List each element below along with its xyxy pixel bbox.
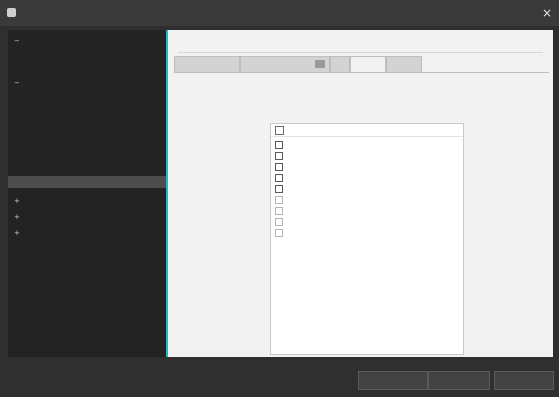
list-row[interactable] [271, 228, 463, 238]
tree-item[interactable] [8, 94, 166, 106]
row-checkbox[interactable] [275, 174, 283, 182]
row-checkbox[interactable] [275, 229, 283, 237]
tree-item[interactable] [8, 160, 166, 172]
tree-item[interactable] [8, 142, 166, 154]
tab-strip [174, 56, 549, 73]
list-header [271, 124, 463, 137]
expand-icon[interactable]: + [14, 214, 20, 221]
list-row[interactable] [271, 151, 463, 161]
footer-button[interactable] [358, 371, 428, 390]
tab-dropdown-icon[interactable] [315, 60, 325, 68]
list-row[interactable] [271, 217, 463, 227]
row-checkbox[interactable] [275, 218, 283, 226]
close-icon[interactable]: × [539, 4, 555, 22]
item-list[interactable] [270, 123, 464, 355]
footer-button[interactable] [494, 371, 554, 390]
row-checkbox[interactable] [275, 185, 283, 193]
tree-item-selected[interactable] [8, 176, 166, 188]
settings-content [168, 30, 553, 385]
list-row[interactable] [271, 173, 463, 183]
row-checkbox[interactable] [275, 196, 283, 204]
list-row[interactable] [271, 206, 463, 216]
tab[interactable] [386, 56, 422, 72]
tree-item[interactable] [8, 110, 166, 122]
tab[interactable] [330, 56, 350, 72]
tab-active[interactable] [350, 56, 386, 73]
tab-panel [174, 72, 549, 385]
row-checkbox[interactable] [275, 163, 283, 171]
collapse-icon[interactable]: − [14, 38, 20, 45]
tree-item[interactable]: − [8, 78, 166, 90]
tree-item[interactable] [8, 126, 166, 138]
title-bar[interactable]: × [0, 0, 559, 26]
list-row[interactable] [271, 195, 463, 205]
row-checkbox[interactable] [275, 141, 283, 149]
settings-window: × − − + + + [0, 0, 559, 397]
footer-button[interactable] [428, 371, 490, 390]
collapse-icon[interactable]: − [14, 80, 20, 87]
dialog-footer [0, 362, 559, 397]
list-row[interactable] [271, 184, 463, 194]
expand-icon[interactable]: + [14, 198, 20, 205]
select-all-checkbox[interactable] [275, 126, 284, 135]
divider [178, 52, 543, 53]
row-checkbox[interactable] [275, 207, 283, 215]
list-row[interactable] [271, 140, 463, 150]
tree-item[interactable]: − [8, 36, 166, 48]
tree-item[interactable] [8, 63, 166, 75]
tab[interactable] [174, 56, 240, 72]
tab[interactable] [240, 56, 330, 72]
list-row[interactable] [271, 162, 463, 172]
tree-item[interactable] [8, 49, 166, 61]
settings-tree: − − + + + [8, 30, 168, 357]
row-checkbox[interactable] [275, 152, 283, 160]
tree-item[interactable]: + [8, 196, 166, 208]
tree-item[interactable]: + [8, 228, 166, 240]
app-icon [7, 8, 16, 17]
tree-item[interactable]: + [8, 212, 166, 224]
expand-icon[interactable]: + [14, 230, 20, 237]
